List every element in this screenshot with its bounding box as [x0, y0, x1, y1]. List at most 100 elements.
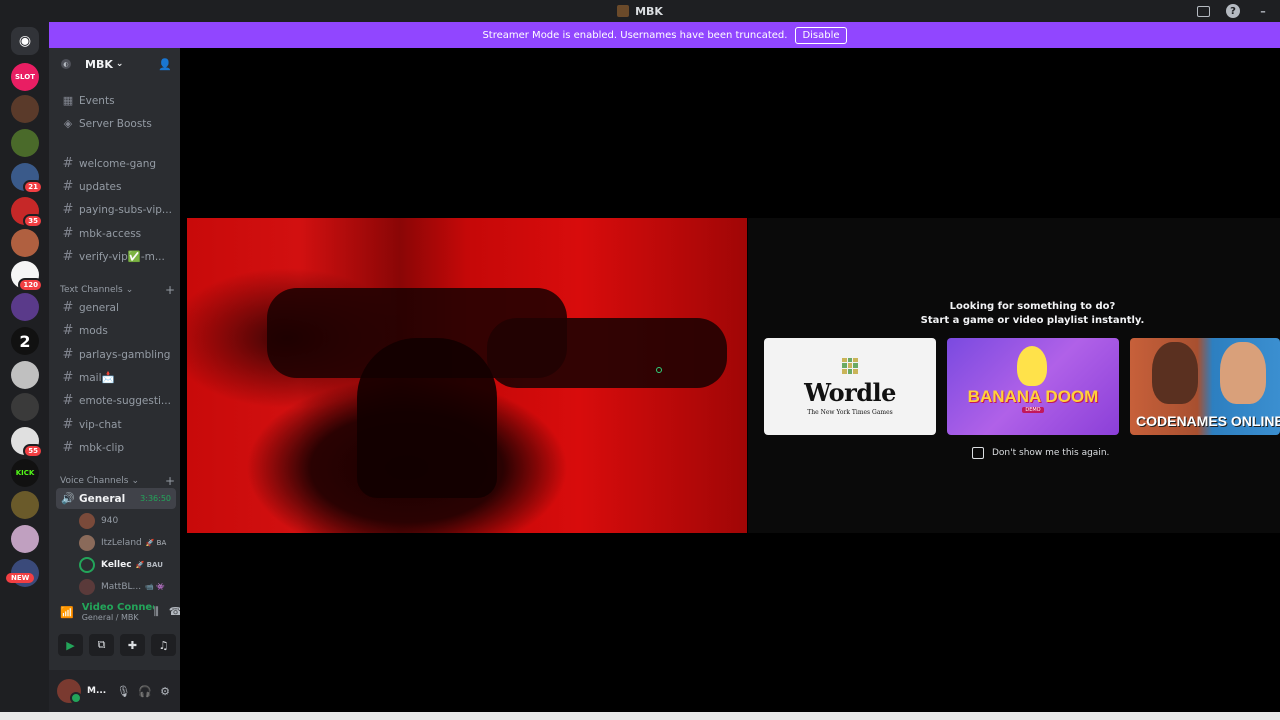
os-taskbar — [0, 712, 1280, 720]
mention-badge: 35 — [23, 214, 43, 228]
checkbox-icon[interactable] — [972, 447, 984, 459]
events-item[interactable]: ▦ Events — [56, 90, 176, 111]
channel-verify-vip[interactable]: # verify-vip✅-m... — [56, 246, 176, 267]
channel-emote-suggestions[interactable]: # emote-suggesti... — [56, 390, 176, 411]
text-channels-category[interactable]: Text Channels ⌄ + — [60, 283, 175, 297]
discord-icon: ◉ — [18, 33, 32, 49]
minimize-icon[interactable]: – — [1256, 4, 1270, 18]
server-icon-server-15[interactable] — [11, 525, 39, 553]
server-icon-server-10[interactable] — [11, 361, 39, 389]
hash-icon: # — [62, 323, 74, 338]
channel-mods[interactable]: # mods — [56, 320, 176, 341]
streamer-mode-banner: Streamer Mode is enabled. Usernames have… — [49, 22, 1280, 48]
microphone-icon[interactable]: 🎙 — [116, 685, 130, 698]
user-panel: M... 🎙 🎧 ⚙ — [49, 670, 180, 712]
server-icon-server-7[interactable]: 120 — [11, 261, 43, 292]
voice-timer: 3:36:50 — [140, 494, 171, 503]
dont-show-again-checkbox[interactable]: Don't show me this again. — [972, 447, 1109, 459]
server-icon-server-12[interactable]: 55 — [11, 427, 43, 458]
invite-people-icon[interactable]: 👤 — [158, 58, 172, 71]
voice-status: 📶 Video Connected General / MBK ⫼ ☎ — [56, 598, 182, 626]
voice-user[interactable]: 940 — [79, 511, 174, 531]
server-icon-server-5[interactable]: 35 — [11, 197, 43, 228]
server-name: MBK — [85, 57, 113, 71]
mention-badge: 55 — [23, 444, 43, 458]
channel-updates[interactable]: # updates — [56, 176, 176, 197]
mention-badge: 21 — [23, 180, 43, 194]
hash-icon: # — [62, 179, 74, 194]
channel-welcome-gang[interactable]: # welcome-gang — [56, 153, 176, 174]
voice-connection-panel: 📶 Video Connected General / MBK ⫼ ☎ ▶ ⧉ … — [56, 598, 182, 663]
channel-parlays-gambling[interactable]: # parlays-gambling — [56, 344, 176, 365]
headphones-icon[interactable]: 🎧 — [138, 685, 152, 698]
window-title: MBK — [635, 4, 663, 18]
user-avatar[interactable] — [57, 679, 82, 704]
soundboard-button[interactable]: ♫ — [151, 634, 176, 656]
server-icon-server-2[interactable] — [11, 95, 39, 123]
avatar — [79, 535, 95, 551]
disable-streamer-mode-button[interactable]: Disable — [795, 26, 847, 44]
server-icon-server-6[interactable] — [11, 229, 39, 257]
server-icon-slot[interactable]: SLOT — [11, 63, 39, 91]
wordle-activity-card[interactable]: Wordle The New York Times Games — [764, 338, 936, 435]
channel-general[interactable]: # general — [56, 297, 176, 318]
channel-paying-subs-vip[interactable]: # paying-subs-vip... — [56, 199, 176, 220]
hash-icon: # — [62, 347, 74, 362]
voice-user[interactable]: Kellec 🚀 BAU — [79, 555, 174, 575]
hash-icon: # — [62, 440, 74, 455]
inbox-icon[interactable] — [1197, 5, 1210, 17]
username[interactable]: M... — [87, 686, 111, 696]
mention-badge: 120 — [18, 278, 43, 292]
hash-icon: # — [62, 393, 74, 408]
mouse-cursor — [656, 367, 662, 373]
gear-icon[interactable]: ⚙ — [160, 685, 170, 698]
server-icon-server-kick[interactable]: KICK — [11, 459, 39, 487]
noise-suppression-icon[interactable]: ⫼ — [154, 605, 159, 619]
chevron-down-icon: ⌄ — [115, 59, 124, 69]
banana-icon — [1017, 346, 1047, 386]
server-icon-server-11[interactable] — [11, 393, 39, 421]
help-icon[interactable]: ? — [1226, 4, 1240, 18]
voice-connected-subtitle[interactable]: General / MBK — [82, 613, 154, 622]
voice-connected-title[interactable]: Video Connected — [82, 602, 154, 613]
server-badge-icon: ◐ — [61, 59, 71, 69]
banana-doom-activity-card[interactable]: BANANA DOOM DEMO — [947, 338, 1119, 435]
channel-mbk-access[interactable]: # mbk-access — [56, 223, 176, 244]
avatar — [79, 579, 95, 595]
codenames-activity-card[interactable]: CODENAMES ONLINE — [1130, 338, 1280, 435]
server-icon-server-9[interactable]: 2 — [11, 327, 39, 355]
avatar — [79, 557, 95, 573]
server-icon-server-3[interactable] — [11, 129, 39, 157]
server-header[interactable]: ◐ MBK ⌄ 👤 — [49, 48, 180, 80]
video-stream-tile[interactable] — [187, 218, 747, 533]
create-channel-icon[interactable]: + — [165, 283, 175, 297]
chevron-down-icon: ⌄ — [125, 285, 134, 295]
signal-icon[interactable]: 📶 — [60, 606, 74, 619]
streamer-mode-text: Streamer Mode is enabled. Usernames have… — [482, 29, 788, 41]
screen-share-button[interactable]: ⧉ — [89, 634, 114, 656]
hash-icon: # — [62, 202, 74, 217]
hash-icon: # — [62, 300, 74, 315]
voice-user[interactable]: MattBL... 📹 👾 — [79, 577, 174, 597]
server-icon-server-8[interactable] — [11, 293, 39, 321]
server-icon-server-4[interactable]: 21 — [11, 163, 43, 194]
voice-channel-general[interactable]: 🔊 General 3:36:50 — [56, 488, 176, 509]
create-channel-icon[interactable]: + — [165, 474, 175, 488]
wordle-logo-icon — [842, 357, 858, 374]
voice-user[interactable]: ItzLeland 🚀 BA — [79, 533, 174, 553]
server-list: ◉ SLOT 21 35 120 2 55 KICK NEW — [0, 22, 49, 712]
window-titlebar: MBK ? – — [0, 0, 1280, 22]
channel-mail[interactable]: # mail📩 — [56, 367, 176, 388]
hash-icon: # — [62, 417, 74, 432]
server-icon-discord-home[interactable]: ◉ — [11, 27, 39, 55]
server-boosts-item[interactable]: ◈ Server Boosts — [56, 113, 176, 134]
camera-button[interactable]: ▶ — [58, 634, 83, 656]
channel-mbk-clip[interactable]: # mbk-clip — [56, 437, 176, 458]
hash-icon: # — [62, 226, 74, 241]
voice-channels-category[interactable]: Voice Channels ⌄ + — [60, 474, 175, 488]
server-icon-server-14[interactable] — [11, 491, 39, 519]
voice-action-buttons: ▶ ⧉ ✚ ♫ — [56, 634, 176, 656]
channel-vip-chat[interactable]: # vip-chat — [56, 414, 176, 435]
activity-prompt: Looking for something to do? Start a gam… — [920, 301, 1145, 326]
activities-button[interactable]: ✚ — [120, 634, 145, 656]
